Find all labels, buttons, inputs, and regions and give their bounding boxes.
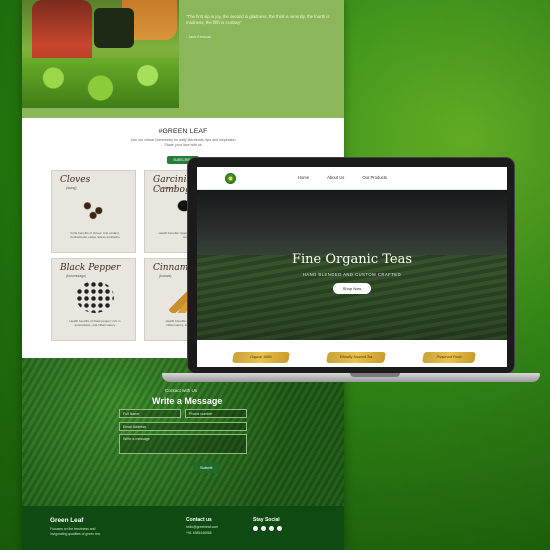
laptop-screen: Home About Us Our Products Fine Organic …	[197, 167, 507, 367]
product-name: Black Pepper	[60, 263, 121, 273]
product-card-cloves[interactable]: Cloves (laung) Knife benefits of cloves:…	[51, 170, 136, 253]
nav-our-products[interactable]: Our Products	[362, 175, 387, 180]
banner-title: Fine Organic Teas	[291, 252, 413, 267]
footer-brand: Green Leaf	[50, 517, 84, 524]
feature-strip: Organic 100% Ethically Sourced Tea Prese…	[197, 340, 507, 367]
nav-home[interactable]: Home	[298, 175, 309, 180]
footer-description: Focuses on the freshness and invigoratin…	[50, 527, 101, 536]
submit-button[interactable]: Submit	[193, 462, 220, 473]
laptop-lid: Home About Us Our Products Fine Organic …	[187, 157, 515, 374]
footer: Green Leaf Focuses on the freshness and …	[22, 506, 344, 550]
linkedin-icon[interactable]	[269, 526, 274, 531]
laptop-notch	[350, 373, 400, 377]
subtitle-line: Share your love with us	[164, 143, 202, 147]
email-field[interactable]: Email Address	[119, 422, 247, 431]
product-desc: Knife benefits of cloves: Anti-oxidant, …	[70, 231, 120, 239]
hero-section: "The first sip is joy, the second is gla…	[22, 0, 344, 118]
product-subtitle: (kudampuli)	[159, 186, 177, 190]
footer-phone[interactable]: +91 6385446968	[186, 531, 212, 535]
tea-bag-product	[94, 8, 134, 48]
section-subtitle: Join our virtual Community for daily tea…	[22, 138, 344, 148]
footer-email[interactable]: hello@greenleaf.com	[186, 525, 218, 529]
hero-quote: "The first sip is joy, the second is gla…	[186, 14, 336, 40]
feature-badge: Preserved Fresh	[422, 352, 476, 363]
feature-badge: Organic 100%	[232, 352, 290, 363]
product-subtitle: (kuruva)	[159, 274, 172, 278]
product-desc: Health benefits of black pepper: rich in…	[69, 319, 121, 327]
google-icon[interactable]	[261, 526, 266, 531]
product-name: Cloves	[60, 175, 91, 185]
shop-now-button[interactable]: Shop Now	[333, 283, 371, 294]
black-pepper-image	[76, 281, 114, 313]
product-card-black-pepper[interactable]: Black Pepper (kurumulagu) Health benefit…	[51, 258, 136, 341]
hero-banner: Fine Organic Teas HAND BLENDED AND CUSTO…	[197, 190, 507, 340]
laptop-mockup: Home About Us Our Products Fine Organic …	[162, 157, 540, 389]
quote-text: "The first sip is joy, the second is gla…	[186, 14, 330, 25]
feature-badge: Ethically Sourced Tea	[326, 352, 386, 363]
tea-leaves	[22, 58, 179, 108]
cloves-image	[76, 193, 114, 225]
footer-contact-title: Contact us	[186, 517, 212, 523]
section-title: #GREEN LEAF	[158, 128, 208, 135]
nav-about-us[interactable]: About Us	[327, 175, 344, 180]
contact-title: Write a Message	[152, 396, 223, 406]
green-leaf-logo-icon[interactable]	[225, 173, 236, 184]
banner-subtitle: HAND BLENDED AND CUSTOM CRAFTED	[302, 272, 402, 277]
site-nav: Home About Us Our Products	[298, 175, 387, 180]
product-subtitle: (laung)	[66, 186, 77, 190]
message-field[interactable]: Write a message	[119, 434, 247, 454]
footer-social-title: Stay Social	[253, 517, 280, 523]
social-icons	[253, 526, 282, 531]
product-subtitle: (kurumulagu)	[66, 274, 86, 278]
phone-field[interactable]: Phone number	[185, 409, 247, 418]
tea-pickers-photo	[22, 0, 179, 108]
site-header: Home About Us Our Products	[197, 167, 507, 190]
facebook-icon[interactable]	[253, 526, 258, 531]
instagram-icon[interactable]	[277, 526, 282, 531]
quote-author: - Jack Kerouac	[186, 35, 212, 39]
full-name-field[interactable]: Full Name	[119, 409, 181, 418]
